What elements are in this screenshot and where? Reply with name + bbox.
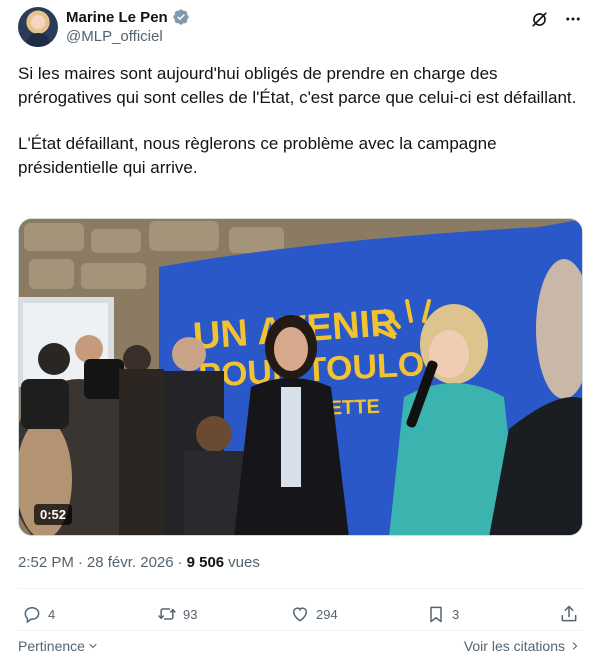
like-count: 294: [316, 606, 338, 622]
quotes-label: Voir les citations: [463, 638, 565, 654]
avatar[interactable]: [18, 7, 58, 47]
repost-icon: [158, 608, 176, 620]
bookmark-icon: [430, 606, 442, 623]
sort-label: Pertinence: [18, 638, 85, 654]
tweet-detail: Marine Le Pen @MLP_officiel Si les maire…: [0, 0, 599, 665]
reply-count: 4: [48, 606, 56, 622]
tweet-paragraph-2: L'État défaillant, nous règlerons ce pro…: [18, 134, 497, 177]
reply-button[interactable]: 4: [22, 604, 55, 624]
meta-separator: ·: [77, 554, 83, 571]
more-icon[interactable]: [563, 9, 583, 29]
bookmark-count: 3: [452, 606, 460, 622]
share-icon: [561, 605, 577, 622]
views-label: vues: [228, 554, 260, 571]
video-player[interactable]: UN AVENIR POUR TOULON LA VALETTE: [18, 218, 583, 536]
grok-icon[interactable]: [529, 9, 549, 29]
bookmark-button[interactable]: 3: [426, 604, 459, 624]
header-actions: [529, 9, 583, 29]
repost-count: 93: [183, 606, 198, 622]
repost-button[interactable]: 93: [157, 604, 197, 624]
author-name-row: Marine Le Pen: [66, 8, 190, 26]
tweet-meta: 2:52 PM · 28 févr. 2026 · 9 506 vues: [18, 554, 260, 571]
like-button[interactable]: 294: [290, 604, 338, 624]
tweet-text: Si les maires sont aujourd'hui obligés d…: [18, 62, 578, 179]
verified-badge-icon: [173, 9, 189, 25]
video-frame: UN AVENIR POUR TOULON LA VALETTE: [19, 219, 582, 535]
view-quotes-link[interactable]: Voir les citations: [464, 638, 581, 654]
tweet-date[interactable]: 28 févr. 2026: [87, 554, 174, 571]
chevron-right-icon: [572, 642, 578, 650]
meta-separator: ·: [177, 554, 183, 571]
divider: [18, 588, 583, 589]
video-duration-badge: 0:52: [34, 504, 73, 525]
author-display-name[interactable]: Marine Le Pen: [66, 9, 168, 26]
divider: [18, 630, 583, 631]
heart-icon: [292, 607, 308, 622]
chevron-down-icon: [89, 643, 97, 649]
tweet-paragraph-1: Si les maires sont aujourd'hui obligés d…: [18, 64, 577, 107]
share-button[interactable]: [559, 604, 579, 624]
reply-icon: [24, 606, 40, 624]
views-count: 9 506: [186, 554, 225, 571]
action-bar: 4 93 294 3: [18, 604, 583, 628]
sort-dropdown[interactable]: Pertinence: [18, 638, 99, 654]
author-handle[interactable]: @MLP_officiel: [66, 28, 163, 45]
tweet-time[interactable]: 2:52 PM: [18, 554, 74, 571]
